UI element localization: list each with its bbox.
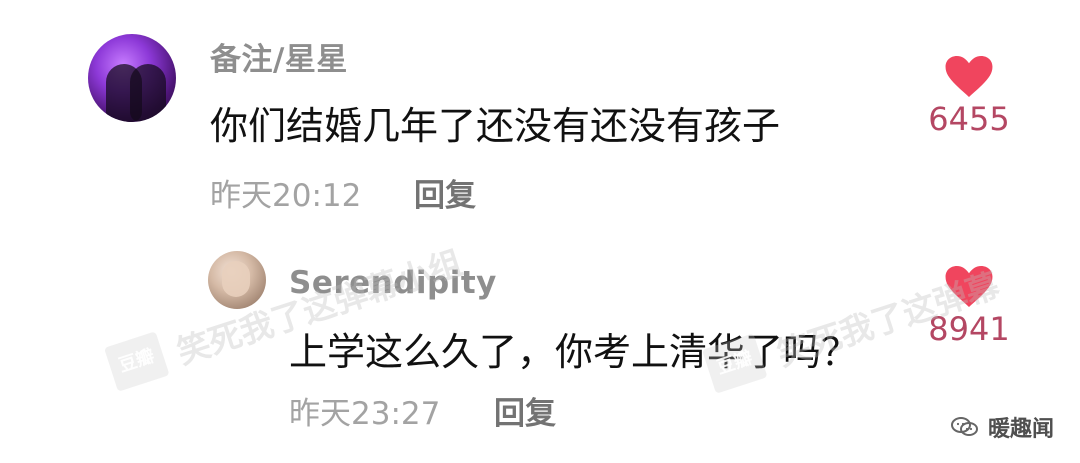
avatar-figure-right: [130, 64, 166, 122]
comment-text: 你们结婚几年了还没有还没有孩子: [210, 104, 781, 148]
brand-mark: 暖趣闻: [950, 411, 1054, 443]
wechat-icon: [950, 417, 978, 436]
reply-time: 昨天23:27: [289, 396, 441, 432]
comment-username[interactable]: 备注/星星: [210, 42, 348, 78]
like-section: 6455: [924, 55, 1014, 137]
reply-reply-button[interactable]: 回复: [494, 396, 556, 432]
avatar-hand-shape: [222, 261, 250, 297]
reply-button[interactable]: 回复: [414, 178, 476, 214]
user-avatar[interactable]: [88, 34, 176, 122]
comment-time: 昨天20:12: [210, 178, 362, 214]
brand-name: 暖趣闻: [987, 417, 1054, 442]
watermark-badge: 豆瓣: [104, 331, 170, 392]
like-count: 6455: [928, 100, 1010, 138]
heart-icon[interactable]: [944, 55, 994, 99]
